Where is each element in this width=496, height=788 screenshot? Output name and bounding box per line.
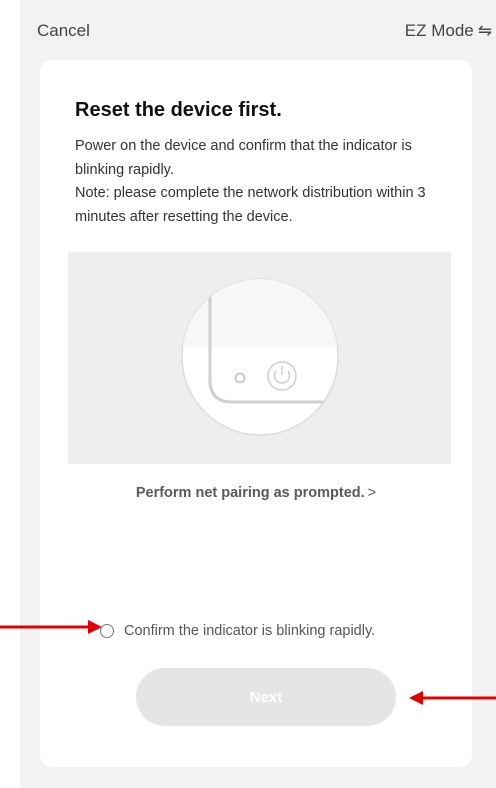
device-power-button-illustration [181,278,339,436]
confirm-indicator-checkbox[interactable]: Confirm the indicator is blinking rapidl… [100,621,375,641]
instructions-text: Power on the device and confirm that the… [75,135,460,229]
chevron-right-icon: > [367,485,377,501]
net-pairing-link-label: Perform net pairing as prompted. [135,485,365,501]
instruction-power-on: Power on the device and confirm that the… [75,138,412,178]
ez-mode-label: EZ Mode [404,21,474,40]
cancel-button[interactable]: Cancel [37,20,90,42]
device-illustration [68,252,451,464]
confirm-indicator-label: Confirm the indicator is blinking rapidl… [124,623,376,639]
net-pairing-link[interactable]: Perform net pairing as prompted. > [40,483,472,503]
radio-circle-icon[interactable] [100,624,114,638]
instruction-note: Note: please complete the network distri… [75,185,426,225]
next-button[interactable]: Next [136,668,396,726]
swap-arrows-icon: ⇋ [477,21,492,40]
page-title: Reset the device first. [75,99,282,121]
reset-instructions-card: Reset the device first. Power on the dev… [40,60,472,767]
ez-mode-switch-button[interactable]: EZ Mode ⇋ [405,20,492,42]
